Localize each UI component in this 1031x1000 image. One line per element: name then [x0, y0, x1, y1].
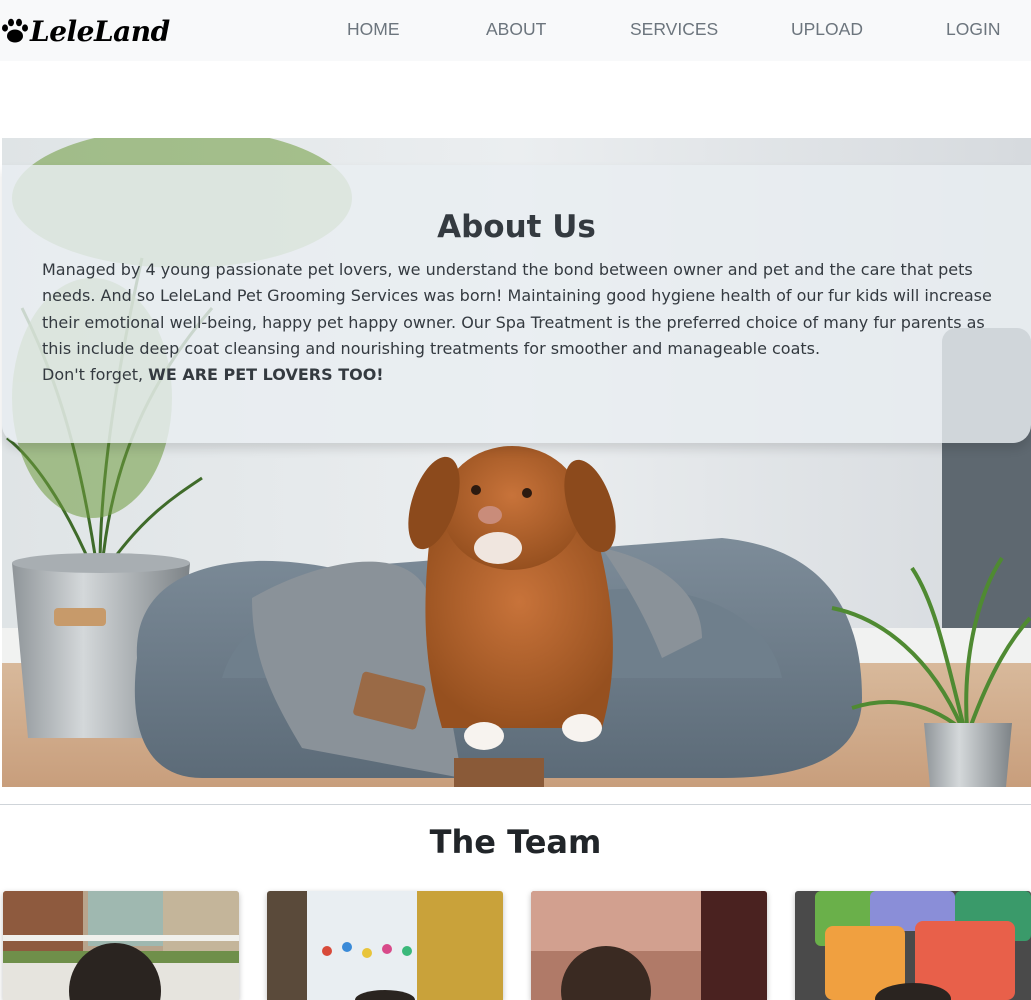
team-member-card[interactable]: [795, 891, 1031, 1000]
team-title: The Team: [429, 823, 602, 861]
section-divider: [0, 804, 1031, 805]
team-member-photo: [3, 891, 239, 1000]
team-member-card[interactable]: [267, 891, 503, 1000]
nav-login[interactable]: LOGIN: [946, 19, 1000, 40]
team-member-photo: [531, 891, 767, 1000]
team-member-card[interactable]: [531, 891, 767, 1000]
about-paragraph: Managed by 4 young passionate pet lovers…: [42, 260, 992, 358]
team-member-photo: [795, 891, 1031, 1000]
navbar: LeleLand HOME ABOUT SERVICES UPLOAD LOGI…: [0, 0, 1031, 61]
nav-upload[interactable]: UPLOAD: [791, 19, 863, 40]
nav-home[interactable]: HOME: [347, 19, 400, 40]
about-closing-emphasis: WE ARE PET LOVERS TOO!: [148, 365, 384, 385]
brand-logo[interactable]: LeleLand: [0, 13, 170, 49]
paw-icon: [0, 16, 30, 46]
nav-services[interactable]: SERVICES: [630, 19, 718, 40]
team-member-card[interactable]: [3, 891, 239, 1000]
about-closing-prefix: Don't forget,: [42, 365, 149, 385]
about-title: About Us: [437, 209, 596, 245]
nav-about[interactable]: ABOUT: [486, 19, 546, 40]
about-text: Managed by 4 young passionate pet lovers…: [42, 257, 1002, 388]
brand-name: LeleLand: [30, 14, 170, 48]
team-member-photo: [267, 891, 503, 1000]
about-card: About Us Managed by 4 young passionate p…: [2, 165, 1031, 443]
